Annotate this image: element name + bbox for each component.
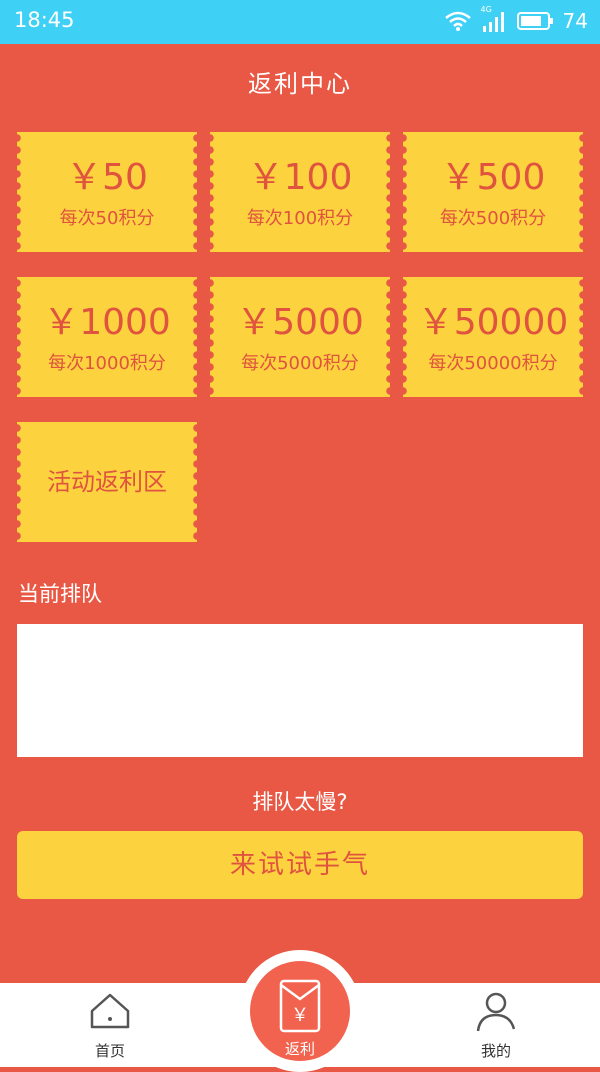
queue-label: 当前排队 (18, 582, 102, 606)
ticket-desc: 每次5000积分 (241, 353, 359, 374)
wifi-icon (444, 11, 471, 31)
red-envelope-icon: ￥ (279, 979, 321, 1033)
tab-rebate-label: 返利 (284, 1040, 315, 1058)
ticket-desc: 每次100积分 (246, 208, 354, 229)
ticket-amount: ￥1000 (43, 302, 171, 343)
activity-rebate-label: 活动返利区 (47, 468, 167, 496)
status-icons: 4G 74 (444, 5, 588, 34)
ticket-500[interactable]: ￥500 每次500积分 (403, 132, 583, 252)
tab-me[interactable]: 我的 (426, 983, 566, 1067)
ticket-desc: 每次500积分 (439, 208, 547, 229)
tab-home[interactable]: 首页 (40, 983, 180, 1067)
ticket-100[interactable]: ￥100 每次100积分 (210, 132, 390, 252)
ticket-50[interactable]: ￥50 每次50积分 (17, 132, 197, 252)
ticket-5000[interactable]: ￥5000 每次5000积分 (210, 277, 390, 397)
user-icon (476, 992, 516, 1032)
tab-me-label: 我的 (480, 1042, 511, 1060)
try-luck-button[interactable]: 来试试手气 (17, 831, 583, 899)
ticket-desc: 每次50000积分 (428, 353, 558, 374)
signal-icon: 4G (481, 5, 507, 33)
status-time: 18:45 (14, 8, 75, 32)
ticket-50000[interactable]: ￥50000 每次50000积分 (403, 277, 583, 397)
ticket-desc: 每次50积分 (59, 208, 155, 229)
activity-rebate-ticket[interactable]: 活动返利区 (17, 422, 197, 542)
home-icon (90, 993, 130, 1029)
ticket-desc: 每次1000积分 (48, 353, 166, 374)
page-title: 返利中心 (248, 70, 352, 98)
ticket-1000[interactable]: ￥1000 每次1000积分 (17, 277, 197, 397)
battery-icon (516, 12, 553, 30)
queue-list (17, 624, 583, 757)
ticket-amount: ￥5000 (236, 302, 364, 343)
ticket-amount: ￥50 (66, 157, 148, 198)
status-bar: 18:45 4G 74 (0, 0, 600, 44)
ticket-amount: ￥50000 (417, 302, 569, 343)
ticket-amount: ￥100 (247, 157, 353, 198)
queue-slow-prompt: 排队太慢? (252, 790, 348, 814)
ticket-amount: ￥500 (440, 157, 546, 198)
tab-rebate[interactable]: ￥ 返利 (250, 961, 350, 1061)
yuan-symbol: ￥ (291, 1005, 309, 1026)
tab-home-label: 首页 (94, 1042, 125, 1060)
battery-percent: 74 (562, 9, 588, 33)
